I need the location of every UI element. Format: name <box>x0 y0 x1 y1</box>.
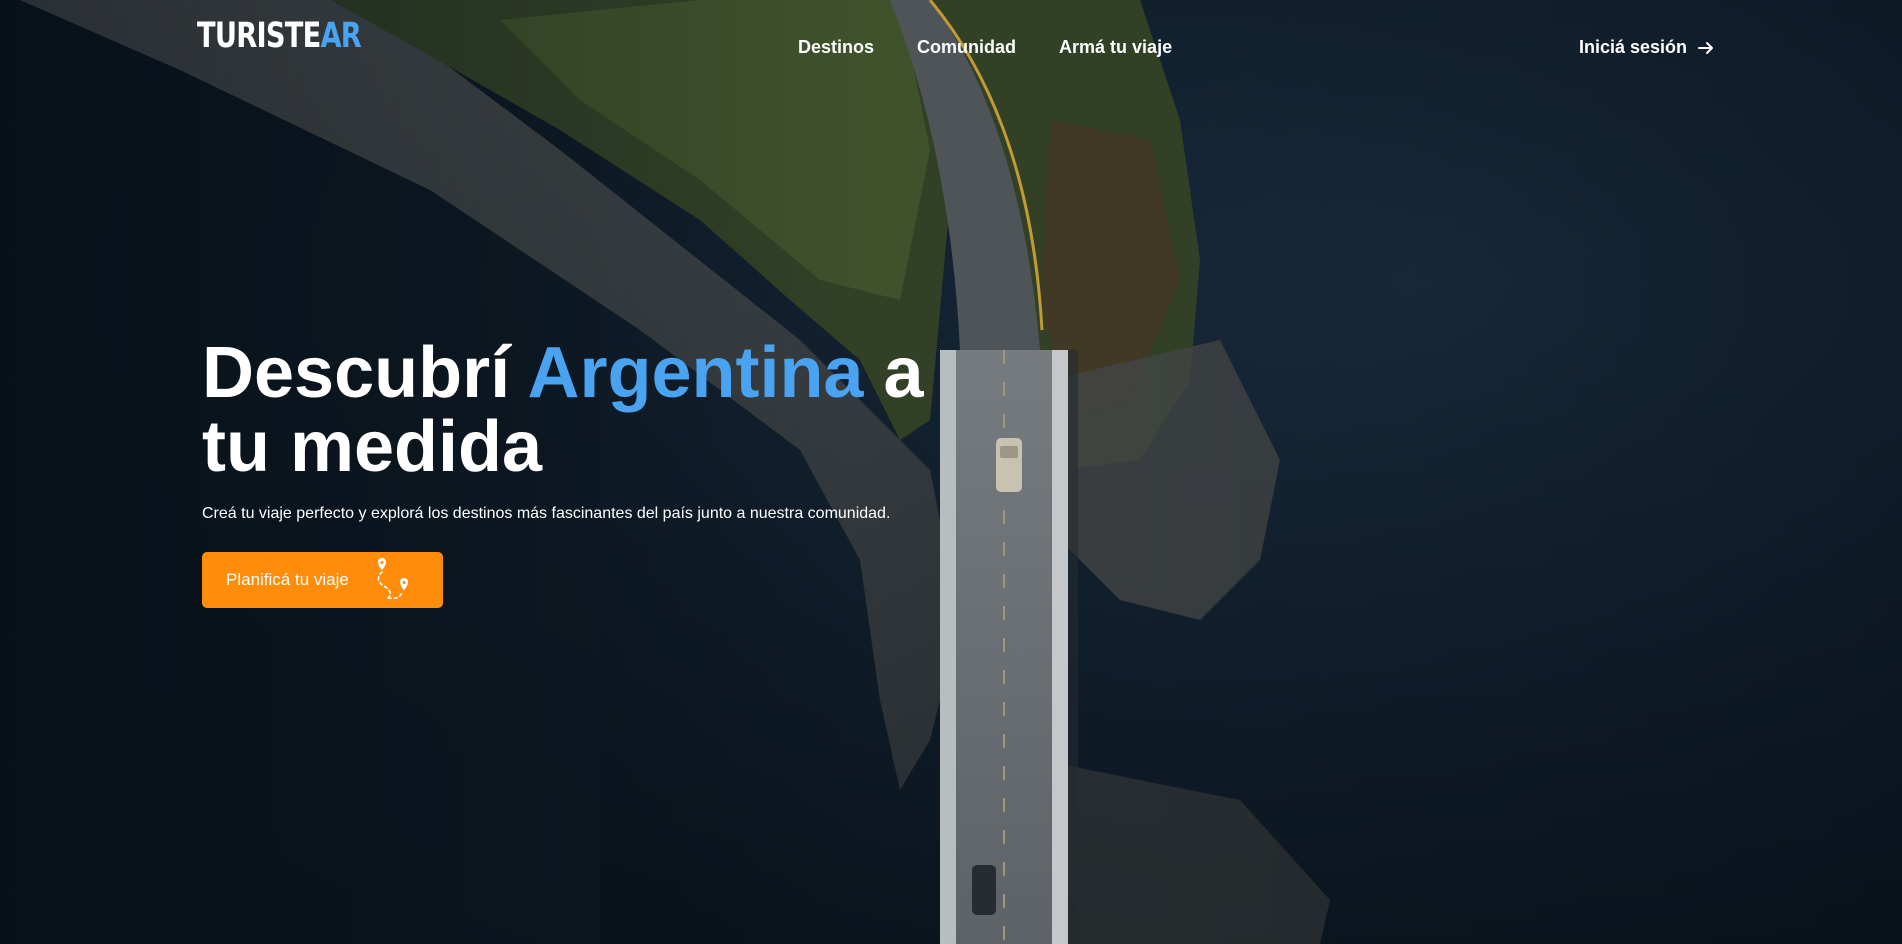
brand-name-part1: TURISTE <box>197 15 321 56</box>
hero-title-line2: tu medida <box>202 407 543 487</box>
arrow-right-icon <box>1698 41 1714 54</box>
hero-title-part1: Descubrí <box>202 333 511 413</box>
brand-name: TURISTEAR <box>197 15 362 56</box>
nav-item-destinos[interactable]: Destinos <box>798 37 874 58</box>
hero-title-part2: a <box>883 333 924 413</box>
plan-trip-label: Planificá tu viaje <box>226 570 349 589</box>
brand-name-part2: AR <box>320 15 362 56</box>
nav-item-comunidad[interactable]: Comunidad <box>917 37 1016 58</box>
site-header: TURISTEAR Destinos Comunidad Armá tu via… <box>0 0 1902 96</box>
route-map-pin-icon <box>377 558 408 600</box>
login-link[interactable]: Iniciá sesión <box>1579 37 1715 58</box>
hero-subtitle: Creá tu viaje perfecto y explorá los des… <box>202 505 891 522</box>
nav-item-arma-tu-viaje[interactable]: Armá tu viaje <box>1059 37 1172 58</box>
hero-section: Descubrí Argentina a tu medida Creá tu v… <box>202 336 962 524</box>
login-label: Iniciá sesión <box>1579 37 1688 57</box>
plan-trip-button[interactable]: Planificá tu viaje <box>202 552 443 608</box>
hero-title: Descubrí Argentina a tu medida <box>202 336 962 484</box>
brand-logo[interactable]: TURISTEAR <box>189 6 389 66</box>
hero-title-accent: Argentina <box>527 333 864 413</box>
main-nav: Destinos Comunidad Armá tu viaje <box>798 37 1215 58</box>
